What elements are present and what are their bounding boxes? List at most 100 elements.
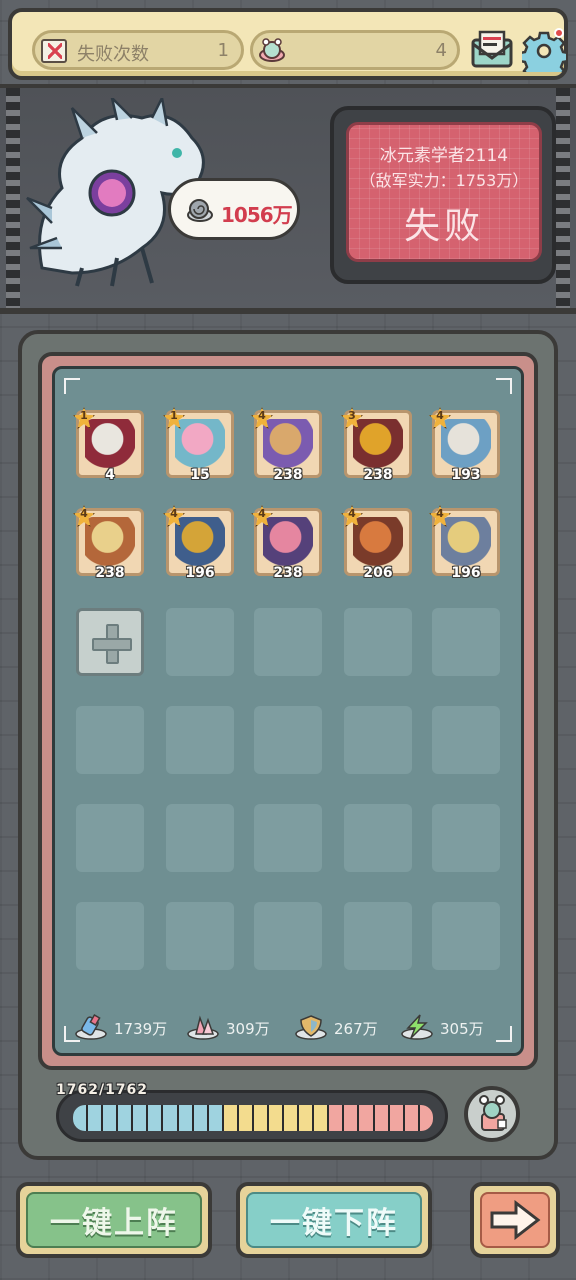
notification-dot bbox=[554, 28, 564, 38]
empty-slot[interactable] bbox=[166, 706, 234, 774]
energy-bar bbox=[73, 1105, 433, 1131]
hero-portrait bbox=[175, 517, 225, 567]
hero-level: 15 bbox=[190, 467, 210, 483]
energy-segment bbox=[73, 1105, 87, 1131]
energy-segment bbox=[238, 1105, 252, 1131]
deploy-all-label: 一键上阵 bbox=[26, 1192, 202, 1248]
fail-count-label: 失败次数 bbox=[77, 44, 149, 65]
hero-card[interactable]: 4 196 bbox=[163, 505, 234, 581]
deploy-all-button[interactable]: 一键上阵 bbox=[16, 1182, 212, 1258]
hero-star-count: 4 bbox=[436, 507, 444, 520]
snail-count-box: 4 bbox=[250, 30, 460, 70]
hero-star-count: 3 bbox=[348, 409, 356, 422]
stat-shield: 267万 bbox=[294, 1012, 394, 1042]
hero-star-count: 1 bbox=[170, 409, 178, 422]
empty-slot[interactable] bbox=[344, 902, 412, 970]
energy-segment bbox=[163, 1105, 177, 1131]
energy-segment bbox=[223, 1105, 237, 1131]
energy-segment bbox=[253, 1105, 268, 1131]
hero-card[interactable]: 4 196 bbox=[429, 505, 500, 581]
next-button[interactable] bbox=[470, 1182, 560, 1258]
hero-star-count: 4 bbox=[258, 409, 266, 422]
fail-count-box: 失败次数 1 bbox=[32, 30, 244, 70]
energy-segment bbox=[374, 1105, 388, 1131]
hero-card[interactable]: 4 238 bbox=[251, 407, 322, 483]
chain-left bbox=[6, 88, 20, 308]
snail-icon bbox=[259, 38, 285, 62]
corner-marker bbox=[64, 378, 80, 394]
energy-segment bbox=[314, 1105, 328, 1131]
hero-card[interactable]: 4 193 bbox=[429, 407, 500, 483]
settings-button[interactable] bbox=[518, 28, 570, 83]
lightning-icon bbox=[401, 1014, 433, 1040]
hero-portrait bbox=[85, 517, 135, 567]
next-button-face bbox=[480, 1192, 550, 1248]
potion-icon bbox=[75, 1014, 107, 1040]
empty-slot[interactable] bbox=[254, 804, 322, 872]
hero-portrait bbox=[353, 419, 403, 469]
empty-slot[interactable] bbox=[76, 804, 144, 872]
battle-result: 失败 bbox=[403, 206, 484, 247]
mail-button[interactable] bbox=[470, 30, 514, 70]
fail-count-value: 1 bbox=[217, 40, 229, 61]
snail-shop-button[interactable] bbox=[464, 1086, 520, 1142]
hero-portrait bbox=[263, 419, 313, 469]
energy-segment bbox=[208, 1105, 222, 1131]
hero-level: 193 bbox=[451, 467, 481, 483]
empty-slot[interactable] bbox=[254, 706, 322, 774]
enemy-power: （敌军实力：1753万） bbox=[359, 171, 529, 190]
mail-icon bbox=[471, 30, 513, 68]
remove-all-button[interactable]: 一键下阵 bbox=[236, 1182, 432, 1258]
empty-slot[interactable] bbox=[254, 902, 322, 970]
hero-level: 238 bbox=[273, 467, 303, 483]
energy-segment bbox=[148, 1105, 162, 1131]
hero-level: 238 bbox=[363, 467, 393, 483]
hero-card[interactable]: 1 15 bbox=[163, 407, 234, 483]
empty-slot[interactable] bbox=[432, 608, 500, 676]
empty-slot[interactable] bbox=[344, 706, 412, 774]
empty-slot[interactable] bbox=[344, 804, 412, 872]
empty-slot[interactable] bbox=[166, 608, 234, 676]
energy-segment bbox=[404, 1105, 418, 1131]
snail-icon bbox=[187, 199, 213, 222]
chain-right bbox=[556, 88, 570, 308]
hero-card[interactable]: 4 238 bbox=[251, 505, 322, 581]
empty-slot[interactable] bbox=[344, 608, 412, 676]
player-power-value: 1056万 bbox=[221, 203, 293, 227]
stat-lightning-value: 305万 bbox=[440, 1020, 484, 1038]
empty-slot[interactable] bbox=[76, 902, 144, 970]
empty-slot[interactable] bbox=[254, 608, 322, 676]
stat-potion: 1739万 bbox=[74, 1012, 174, 1042]
empty-slot[interactable] bbox=[166, 804, 234, 872]
empty-slot[interactable] bbox=[432, 804, 500, 872]
hero-card[interactable]: 4 206 bbox=[341, 505, 412, 581]
hero-card[interactable]: 14 bbox=[73, 407, 144, 483]
hero-level: 238 bbox=[273, 565, 303, 581]
hero-level: 196 bbox=[185, 565, 215, 581]
empty-slot[interactable] bbox=[166, 902, 234, 970]
hero-card[interactable]: 4 238 bbox=[73, 505, 144, 581]
hero-star-count: 1 bbox=[80, 409, 88, 422]
battle-scene: 1056万 冰元素学者2114 （敌军实力：1753万） 失败 bbox=[0, 84, 576, 314]
hero-level: 196 bbox=[451, 565, 481, 581]
empty-slot[interactable] bbox=[432, 902, 500, 970]
empty-slot[interactable] bbox=[432, 706, 500, 774]
crystal-icon bbox=[187, 1015, 219, 1040]
hero-level: 4 bbox=[105, 467, 115, 483]
energy-segment bbox=[103, 1105, 117, 1131]
add-hero-button[interactable] bbox=[76, 608, 144, 676]
empty-slot[interactable] bbox=[76, 706, 144, 774]
stat-crystal-value: 309万 bbox=[226, 1020, 270, 1038]
energy-segment bbox=[269, 1105, 283, 1131]
energy-segment bbox=[359, 1105, 373, 1131]
stat-potion-value: 1739万 bbox=[114, 1020, 168, 1038]
energy-segment bbox=[389, 1105, 403, 1131]
energy-segment bbox=[284, 1105, 298, 1131]
next-arrow-icon bbox=[490, 1200, 541, 1240]
hero-portrait bbox=[353, 517, 403, 567]
energy-segment bbox=[329, 1105, 343, 1131]
snail-count-value: 4 bbox=[435, 40, 447, 61]
energy-segment bbox=[133, 1105, 147, 1131]
hero-card[interactable]: 3 238 bbox=[341, 407, 412, 483]
energy-value: 1762/1762 bbox=[56, 1082, 149, 1098]
